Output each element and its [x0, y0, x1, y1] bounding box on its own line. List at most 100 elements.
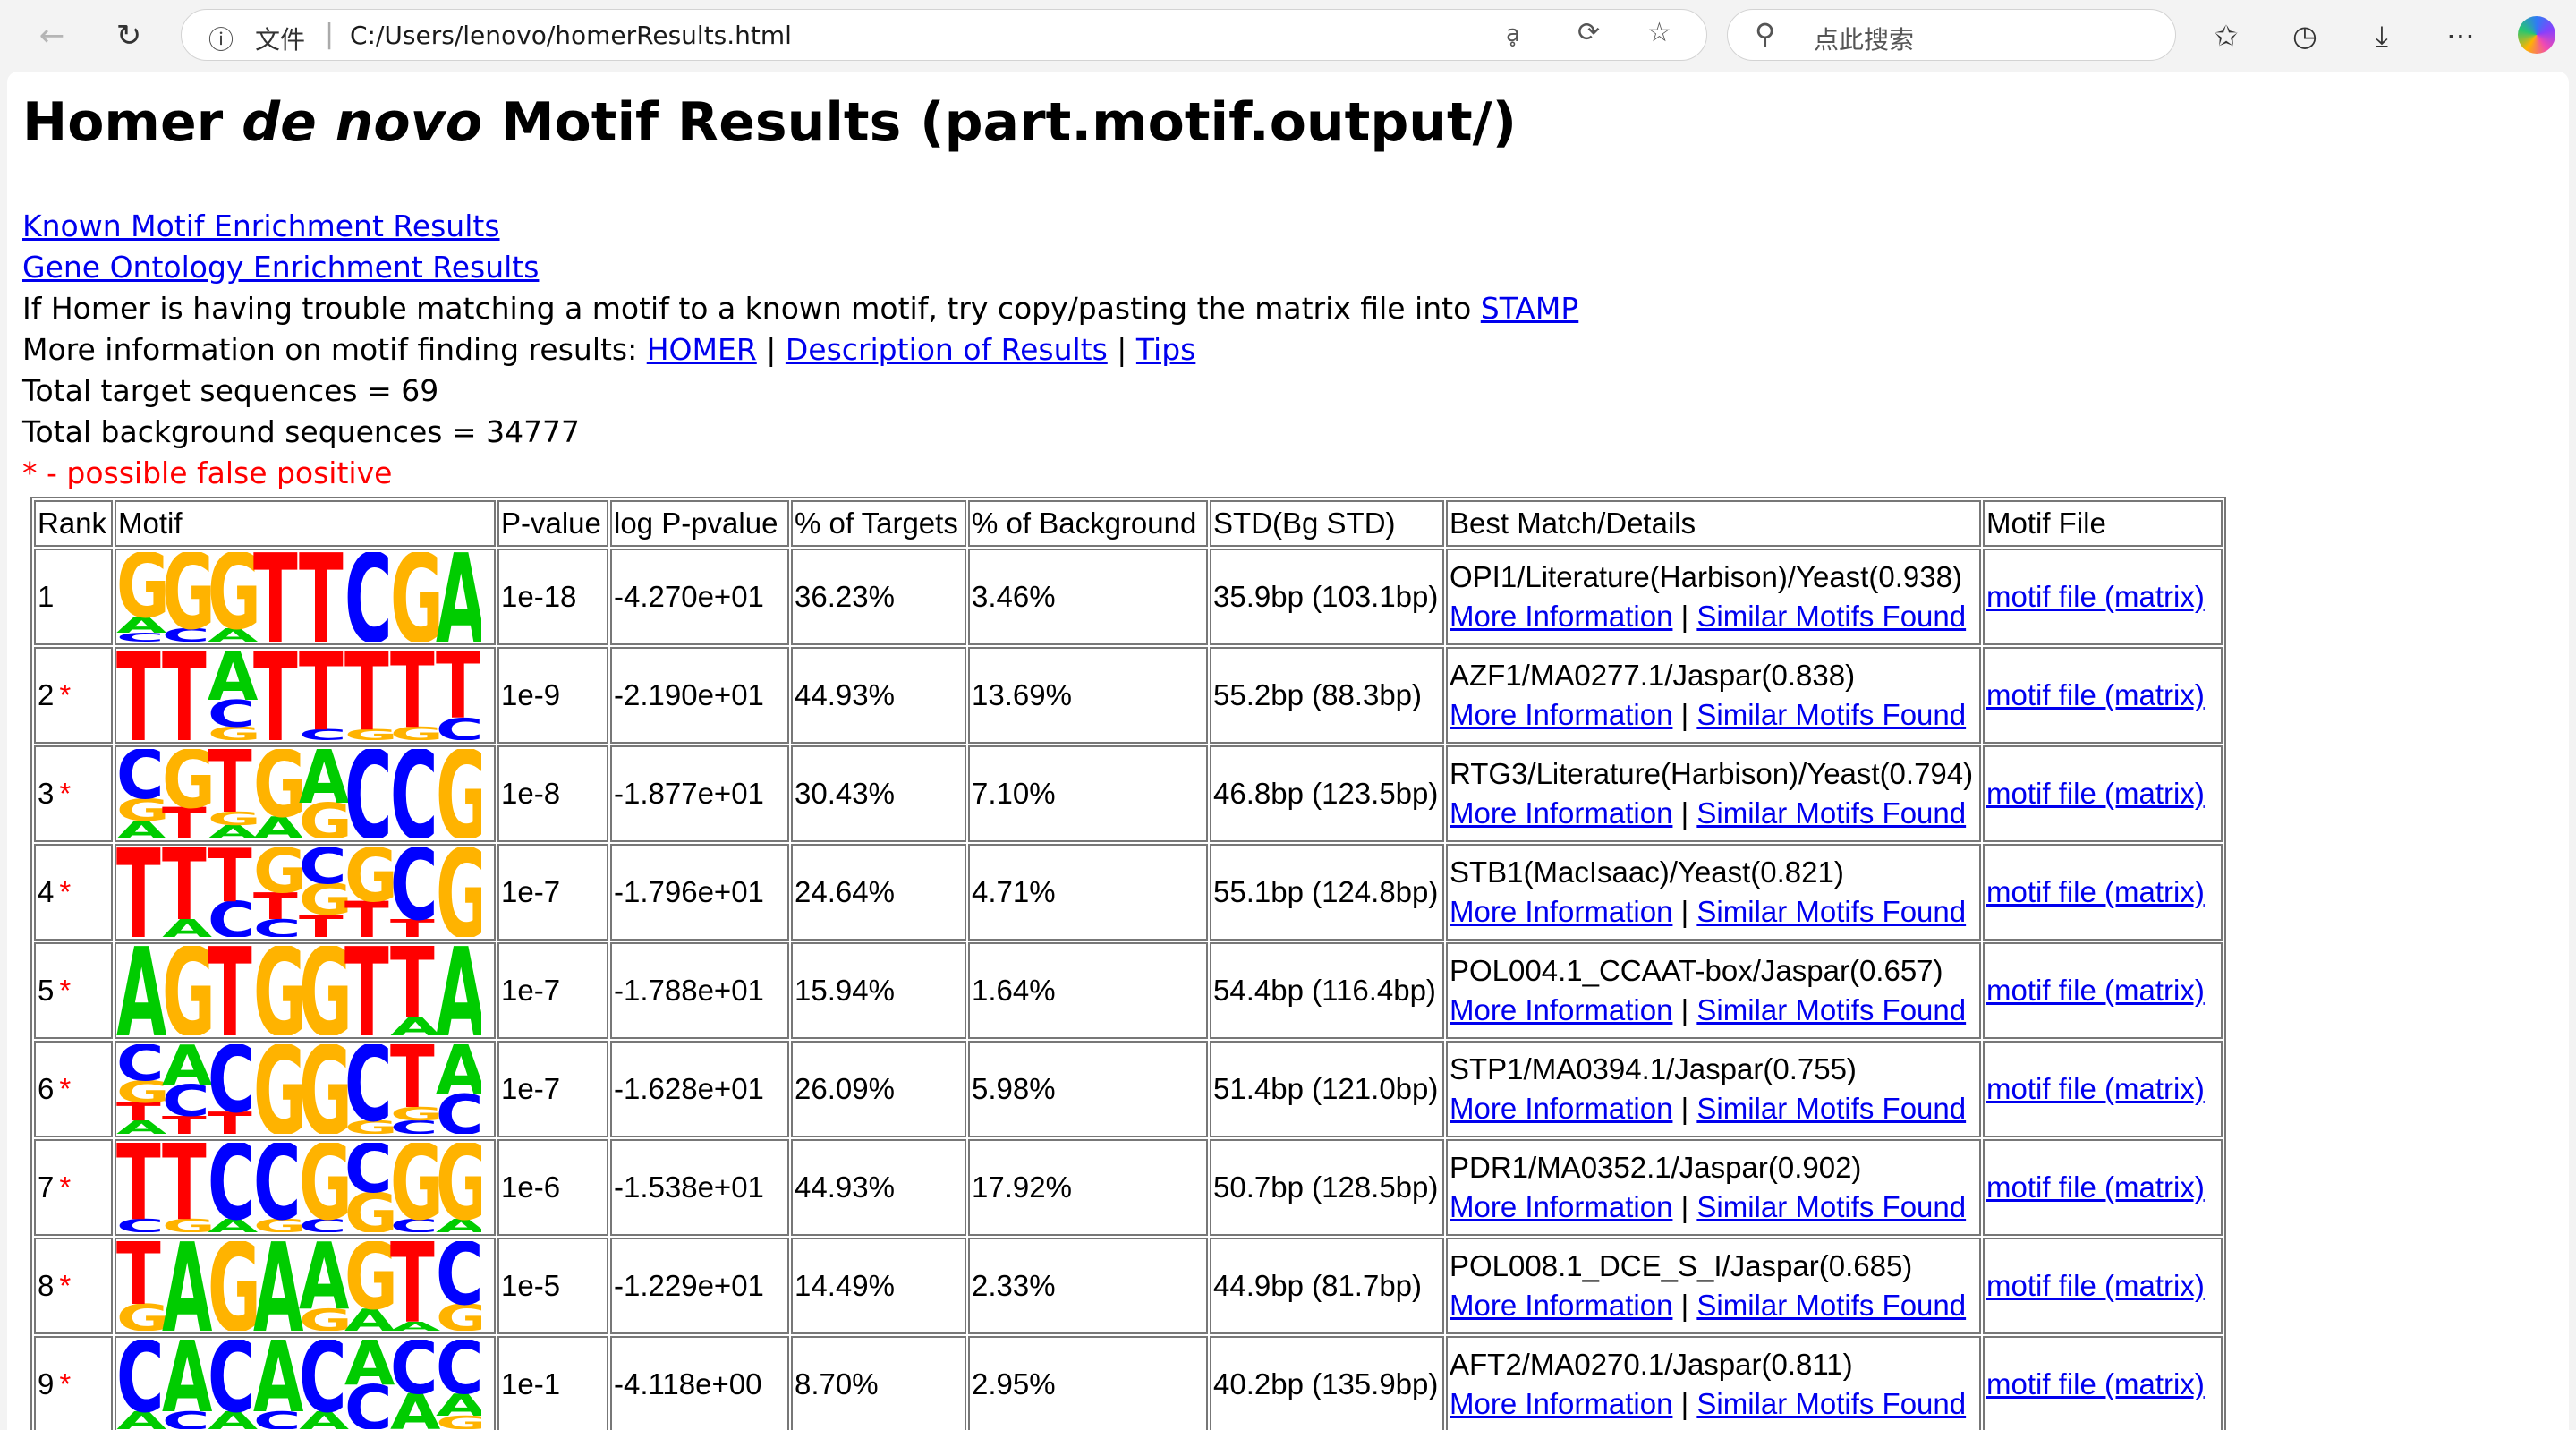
more-information-link[interactable]: More Information [1450, 796, 1672, 830]
column-header: Best Match/Details [1446, 500, 1981, 547]
motif-logo-cell: ACCAACCAACCAACGAC [115, 1336, 496, 1430]
logo-letter-T: T [116, 847, 161, 937]
similar-motifs-link[interactable]: Similar Motifs Found [1696, 1289, 1966, 1322]
search-box[interactable]: ⚲ 点此搜索 [1727, 9, 2176, 61]
similar-motifs-link[interactable]: Similar Motifs Found [1696, 600, 1966, 633]
more-information-link[interactable]: More Information [1450, 1289, 1672, 1322]
copilot-icon[interactable] [2518, 16, 2555, 54]
read-aloud-icon[interactable]: ḁ [1506, 21, 1520, 47]
more-information-link[interactable]: More Information [1450, 600, 1672, 633]
star-icon[interactable]: ☆ [1647, 17, 1671, 48]
table-row: 4*TATCTCTGTGCTGTCG1e-7-1.796e+0124.64%4.… [34, 844, 2223, 941]
table-header-row: Rank Motif P-value log P-pvalue% of Targets… [34, 500, 2223, 547]
motif-file-link[interactable]: motif file (matrix) [1986, 875, 2205, 908]
pvalue-cell: 1e-18 [497, 549, 608, 645]
targets-cell: 44.93% [791, 1139, 966, 1236]
rank-value: 5 [38, 974, 55, 1007]
log-pvalue-cell: -1.628e+01 [610, 1041, 789, 1137]
address-url[interactable]: C:/Users/lenovo/homerResults.html [350, 21, 792, 50]
tips-link[interactable]: Tips [1136, 332, 1195, 367]
similar-motifs-link[interactable]: Similar Motifs Found [1696, 1387, 1966, 1420]
stamp-link[interactable]: STAMP [1481, 291, 1579, 326]
motif-file-link[interactable]: motif file (matrix) [1986, 1269, 2205, 1302]
pvalue-cell: 1e-6 [497, 1139, 608, 1236]
back-arrow-icon[interactable]: ← [27, 11, 77, 61]
targets-cell: 24.64% [791, 844, 966, 941]
motif-file-cell: motif file (matrix) [1983, 942, 2223, 1039]
motif-file-link[interactable]: motif file (matrix) [1986, 580, 2205, 613]
similar-motifs-link[interactable]: Similar Motifs Found [1696, 895, 1966, 928]
more-information-link[interactable]: More Information [1450, 698, 1672, 731]
logo-letter-T: T [436, 651, 480, 740]
log-pvalue-cell: -1.788e+01 [610, 942, 789, 1039]
targets-cell: 36.23% [791, 549, 966, 645]
title-italic: de novo [242, 91, 482, 154]
favorites-icon[interactable]: ✩ [2203, 13, 2249, 59]
logo-letter-T: T [162, 847, 207, 937]
pvalue-cell: 1e-1 [497, 1336, 608, 1430]
separator: | [1672, 895, 1697, 928]
best-match-name: AFT2/MA0270.1/Jaspar(0.811) [1450, 1348, 1853, 1381]
extensions-icon[interactable]: ⟳ [1577, 17, 1600, 48]
logo-letter-A: A [253, 1340, 303, 1429]
motif-file-link[interactable]: motif file (matrix) [1986, 678, 2205, 711]
motif-file-link[interactable]: motif file (matrix) [1986, 1072, 2205, 1105]
search-placeholder[interactable]: 点此搜索 [1814, 21, 1914, 56]
pvalue-cell: 1e-7 [497, 844, 608, 941]
best-match-links: More Information | Similar Motifs Found [1450, 1089, 1977, 1128]
info-icon[interactable]: ⓘ [208, 21, 234, 56]
logo-letter-T: T [208, 847, 252, 919]
similar-motifs-link[interactable]: Similar Motifs Found [1696, 796, 1966, 830]
go-enrichment-link[interactable]: Gene Ontology Enrichment Results [22, 250, 539, 285]
address-bar[interactable]: ⓘ 文件 | C:/Users/lenovo/homerResults.html… [181, 9, 1707, 61]
pvalue-cell: 1e-7 [497, 1041, 608, 1137]
known-motif-link[interactable]: Known Motif Enrichment Results [22, 209, 500, 243]
more-information-link[interactable]: More Information [1450, 1092, 1672, 1125]
motif-logo: TATCTCTGTGCTGTCG [116, 847, 481, 937]
similar-motifs-link[interactable]: Similar Motifs Found [1696, 1092, 1966, 1125]
column-header: Rank [34, 500, 113, 547]
motif-file-link[interactable]: motif file (matrix) [1986, 974, 2205, 1007]
similar-motifs-link[interactable]: Similar Motifs Found [1696, 698, 1966, 731]
logo-letter-A: A [299, 1241, 349, 1331]
title-prefix: Homer [22, 91, 242, 154]
best-match-cell: POL004.1_CCAAT-box/Jaspar(0.657) More Inf… [1446, 942, 1981, 1039]
refresh-icon[interactable]: ↻ [104, 11, 154, 61]
rank-value: 8 [38, 1269, 55, 1302]
logo-letter-C: C [208, 1044, 255, 1134]
more-information-link[interactable]: More Information [1450, 993, 1672, 1026]
separator: | [1107, 332, 1136, 367]
history-icon[interactable]: ◷ [2282, 13, 2328, 59]
homer-link[interactable]: HOMER [647, 332, 757, 367]
motif-logo-cell: CTGTACGCCGGCCGAG [115, 1139, 496, 1236]
log-pvalue-cell: -1.877e+01 [610, 745, 789, 842]
similar-motifs-link[interactable]: Similar Motifs Found [1696, 993, 1966, 1026]
logo-letter-T: T [116, 1143, 161, 1232]
motif-file-link[interactable]: motif file (matrix) [1986, 1170, 2205, 1204]
separator: | [1672, 993, 1697, 1026]
description-link[interactable]: Description of Results [786, 332, 1108, 367]
logo-letter-C: C [390, 847, 438, 937]
motif-logo-cell: AGTGGTATA [115, 942, 496, 1039]
background-cell: 1.64% [968, 942, 1208, 1039]
logo-letter-C: C [116, 1340, 164, 1429]
similar-motifs-link[interactable]: Similar Motifs Found [1696, 1190, 1966, 1223]
logo-letter-C: C [208, 1340, 255, 1429]
download-icon[interactable]: ⤓ [2359, 13, 2405, 59]
logo-letter-C: C [344, 1143, 392, 1208]
pvalue-cell: 1e-8 [497, 745, 608, 842]
motif-file-link[interactable]: motif file (matrix) [1986, 1367, 2205, 1400]
more-icon[interactable]: ⋯ [2437, 13, 2484, 59]
motif-logo-cell: TATCTCTGTGCTGTCG [115, 844, 496, 941]
more-information-link[interactable]: More Information [1450, 1387, 1672, 1420]
more-information-link[interactable]: More Information [1450, 1190, 1672, 1223]
best-match-links: More Information | Similar Motifs Found [1450, 597, 1977, 636]
more-information-link[interactable]: More Information [1450, 895, 1672, 928]
false-positive-note: * - possible false positive [22, 455, 393, 490]
motif-file-link[interactable]: motif file (matrix) [1986, 777, 2205, 810]
logo-letter-T: T [299, 651, 344, 740]
log-pvalue-cell: -4.270e+01 [610, 549, 789, 645]
rank-cell: 7 * [34, 1139, 113, 1236]
std-cell: 44.9bp (81.7bp) [1210, 1238, 1444, 1334]
best-match-name: POL004.1_CCAAT-box/Jaspar(0.657) [1450, 954, 1943, 987]
